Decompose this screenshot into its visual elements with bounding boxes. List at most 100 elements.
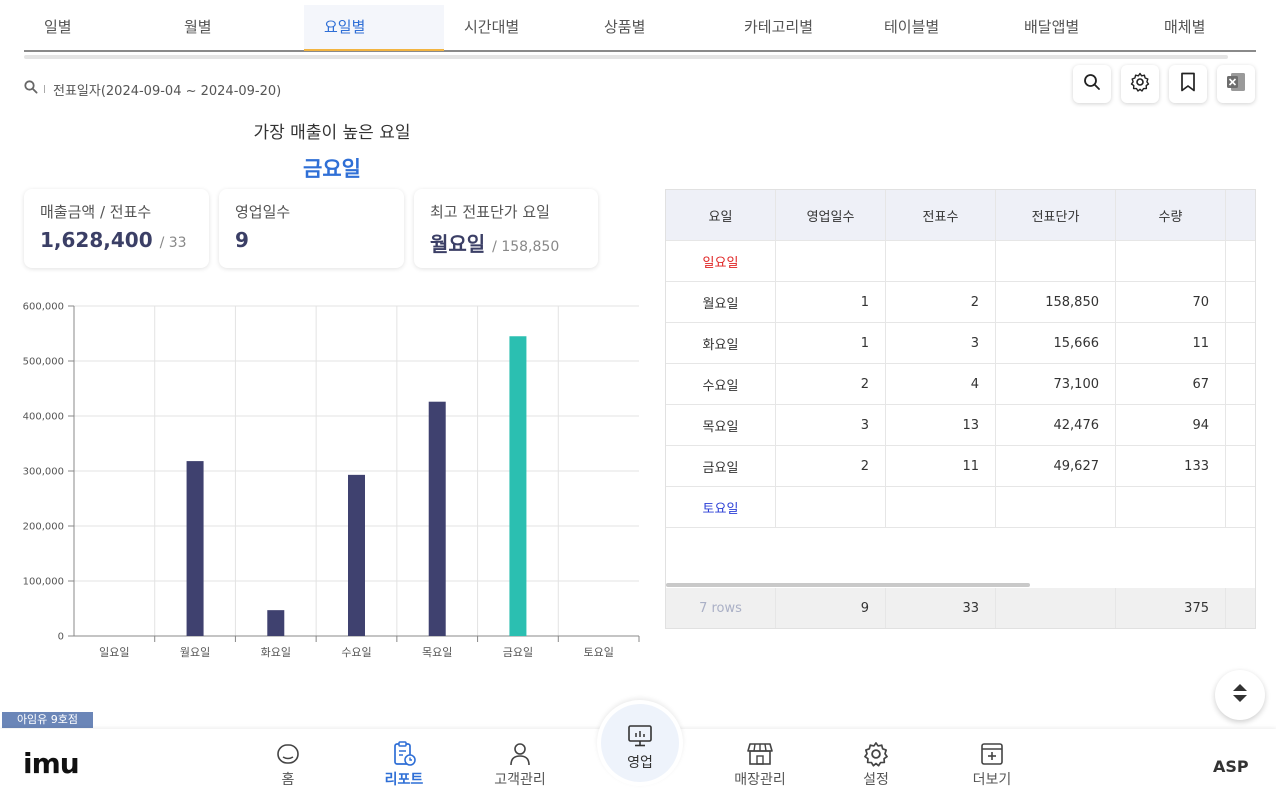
cell-day: 금요일 [666, 446, 776, 486]
nav-home[interactable]: 홈 [248, 739, 328, 789]
gear-icon [836, 739, 916, 769]
header-day[interactable]: 요일 [666, 190, 776, 240]
card-label: 최고 전표단가 요일 [430, 203, 550, 221]
tab-weekday[interactable]: 요일별 [304, 5, 444, 51]
cell-quantity [1116, 487, 1226, 527]
home-icon [248, 739, 328, 769]
header-slip-count[interactable]: 전표수 [886, 190, 996, 240]
table-row[interactable]: 금요일 2 11 49,627 133 [666, 446, 1255, 487]
cell-slip-count: 3 [886, 323, 996, 363]
cell-slip-price: 73,100 [996, 364, 1116, 404]
cell-slip-count: 2 [886, 282, 996, 322]
tab-category[interactable]: 카테고리별 [724, 5, 864, 51]
y-tick-label: 0 [58, 632, 64, 643]
table-row[interactable]: 월요일 1 2 158,850 70 [666, 282, 1255, 323]
table-row[interactable]: 목요일 3 13 42,476 94 [666, 405, 1255, 446]
y-tick-label: 600,000 [23, 302, 64, 313]
bar [186, 461, 204, 636]
tab-delivery-app[interactable]: 배달앱별 [1004, 5, 1144, 51]
pos-monitor-icon [601, 724, 679, 748]
footer-quantity: 375 [1116, 588, 1226, 628]
tab-monthly[interactable]: 월별 [164, 5, 304, 51]
table-row[interactable]: 일요일 [666, 241, 1255, 282]
cell-quantity: 70 [1116, 282, 1226, 322]
gear-icon [1130, 72, 1150, 96]
cell-slip-price [996, 487, 1116, 527]
nav-more[interactable]: 더보기 [952, 739, 1032, 789]
imu-logo: imu [23, 747, 80, 780]
card-value: 월요일 / 158,850 [430, 228, 582, 257]
table-row[interactable]: 화요일 1 3 15,666 11 [666, 323, 1255, 364]
bar [267, 610, 285, 636]
cell-slip-count: 4 [886, 364, 996, 404]
scroll-toggle-button[interactable] [1215, 670, 1265, 720]
footer-slip-count: 33 [886, 588, 996, 628]
tabs-scrollbar[interactable] [24, 55, 1228, 59]
nav-sales-button[interactable]: 영업 [597, 700, 683, 786]
report-icon [364, 739, 444, 769]
x-tick-label: 일요일 [99, 645, 129, 659]
card-label: 매출금액 / 전표수 [40, 203, 152, 221]
nav-label: 리포트 [384, 772, 424, 788]
sales-amount-card: 매출금액 / 전표수 1,628,400 / 33 [24, 189, 209, 268]
bookmark-button[interactable] [1169, 65, 1207, 103]
tab-product[interactable]: 상품별 [584, 5, 724, 51]
headline-question: 가장 매출이 높은 요일 [253, 123, 411, 143]
table-header: 요일 영업일수 전표수 전표단가 수량 [666, 190, 1255, 241]
x-tick-label: 월요일 [180, 645, 210, 659]
top-slip-price-card: 최고 전표단가 요일 월요일 / 158,850 [414, 189, 598, 268]
cell-quantity: 133 [1116, 446, 1226, 486]
nav-store-management[interactable]: 매장관리 [720, 739, 800, 789]
header-slip-price[interactable]: 전표단가 [996, 190, 1116, 240]
slip-count-value: / 33 [159, 235, 187, 251]
divider [44, 85, 45, 93]
user-icon [480, 739, 560, 769]
nav-label: 홈 [281, 772, 295, 788]
nav-customers[interactable]: 고객관리 [480, 739, 560, 789]
header-quantity[interactable]: 수량 [1116, 190, 1226, 240]
cell-slip-price: 42,476 [996, 405, 1116, 445]
weekday-sales-chart: 0 100,000 200,000 300,000 400,000 500,000 600,… [23, 302, 640, 659]
nav-label: 더보기 [972, 772, 1012, 788]
card-value: 9 [235, 228, 388, 252]
tab-hourly[interactable]: 시간대별 [444, 5, 584, 51]
cell-quantity [1116, 241, 1226, 281]
bookmark-icon [1180, 72, 1196, 96]
excel-export-button[interactable] [1217, 65, 1255, 103]
table-footer: 7 rows 9 33 375 [666, 588, 1255, 628]
more-icon [952, 739, 1032, 769]
bar [428, 401, 446, 636]
cell-day: 화요일 [666, 323, 776, 363]
nav-settings[interactable]: 설정 [836, 739, 916, 789]
cell-day: 수요일 [666, 364, 776, 404]
cell-business-days: 3 [776, 405, 886, 445]
cell-business-days: 1 [776, 323, 886, 363]
top-price-value: / 158,850 [492, 239, 560, 255]
nav-label: 매장관리 [734, 772, 786, 788]
weekday-table: 요일 영업일수 전표수 전표단가 수량 일요일 월요일 1 2 158,850 70 화요일… [665, 189, 1256, 629]
x-tick-label: 금요일 [503, 645, 533, 659]
cell-day: 목요일 [666, 405, 776, 445]
table-scrollbar[interactable] [666, 583, 1030, 587]
settings-button[interactable] [1121, 65, 1159, 103]
top-day-value: 월요일 [430, 232, 486, 256]
nav-label: 영업 [627, 755, 653, 771]
nav-report[interactable]: 리포트 [364, 739, 444, 789]
cell-slip-count [886, 241, 996, 281]
search-icon [24, 80, 38, 98]
y-tick-label: 300,000 [23, 467, 64, 478]
cell-slip-price: 158,850 [996, 282, 1116, 322]
business-days-card: 영업일수 9 [219, 189, 404, 268]
cell-slip-count: 11 [886, 446, 996, 486]
store-icon [720, 739, 800, 769]
tab-table[interactable]: 테이블별 [864, 5, 1004, 51]
date-filter[interactable]: 전표일자(2024-09-04 ~ 2024-09-20) [24, 80, 281, 99]
nav-sales-inner: 영업 [601, 704, 679, 782]
tab-media[interactable]: 매체별 [1144, 5, 1256, 51]
x-tick-label: 토요일 [583, 645, 613, 659]
tab-daily[interactable]: 일별 [24, 5, 164, 51]
table-row[interactable]: 수요일 2 4 73,100 67 [666, 364, 1255, 405]
search-button[interactable] [1073, 65, 1111, 103]
header-business-days[interactable]: 영업일수 [776, 190, 886, 240]
table-row[interactable]: 토요일 [666, 487, 1255, 528]
